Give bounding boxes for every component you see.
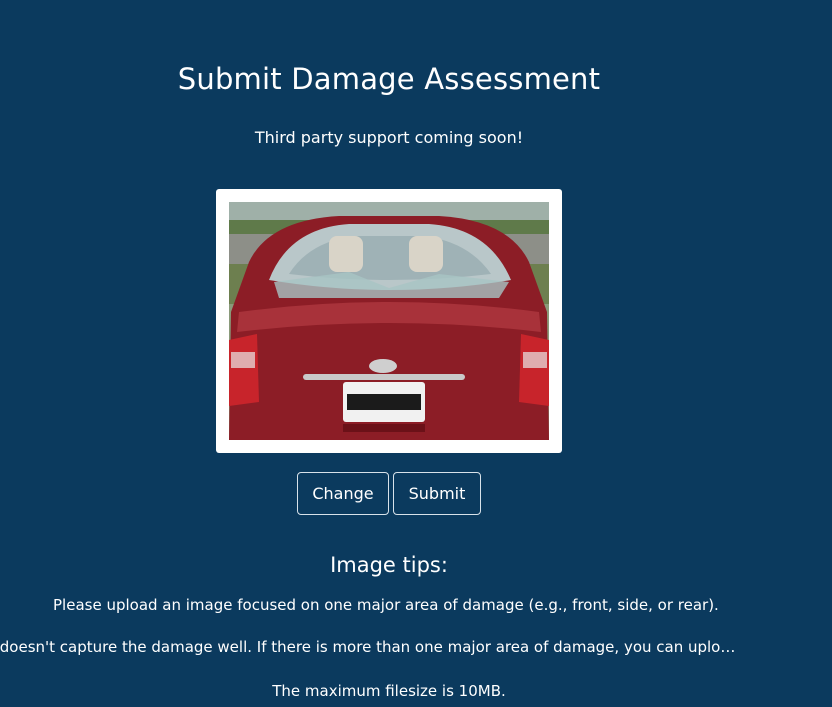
image-tip-1: Please upload an image focused on one ma… (53, 596, 719, 614)
uploaded-image-preview (216, 189, 562, 453)
image-tip-3: The maximum filesize is 10MB. (272, 682, 506, 700)
page-title: Submit Damage Assessment (177, 62, 601, 96)
damage-assessment-page: Submit Damage Assessment Third party sup… (0, 0, 832, 707)
submit-button[interactable]: Submit (393, 472, 481, 515)
third-party-notice: Third party support coming soon! (254, 128, 524, 147)
image-tips-heading: Image tips: (330, 553, 448, 577)
damaged-car-photo (229, 202, 549, 440)
change-image-button[interactable]: Change (297, 472, 389, 515)
image-tip-2: …picture unless it doesn't capture the d… (0, 638, 736, 656)
